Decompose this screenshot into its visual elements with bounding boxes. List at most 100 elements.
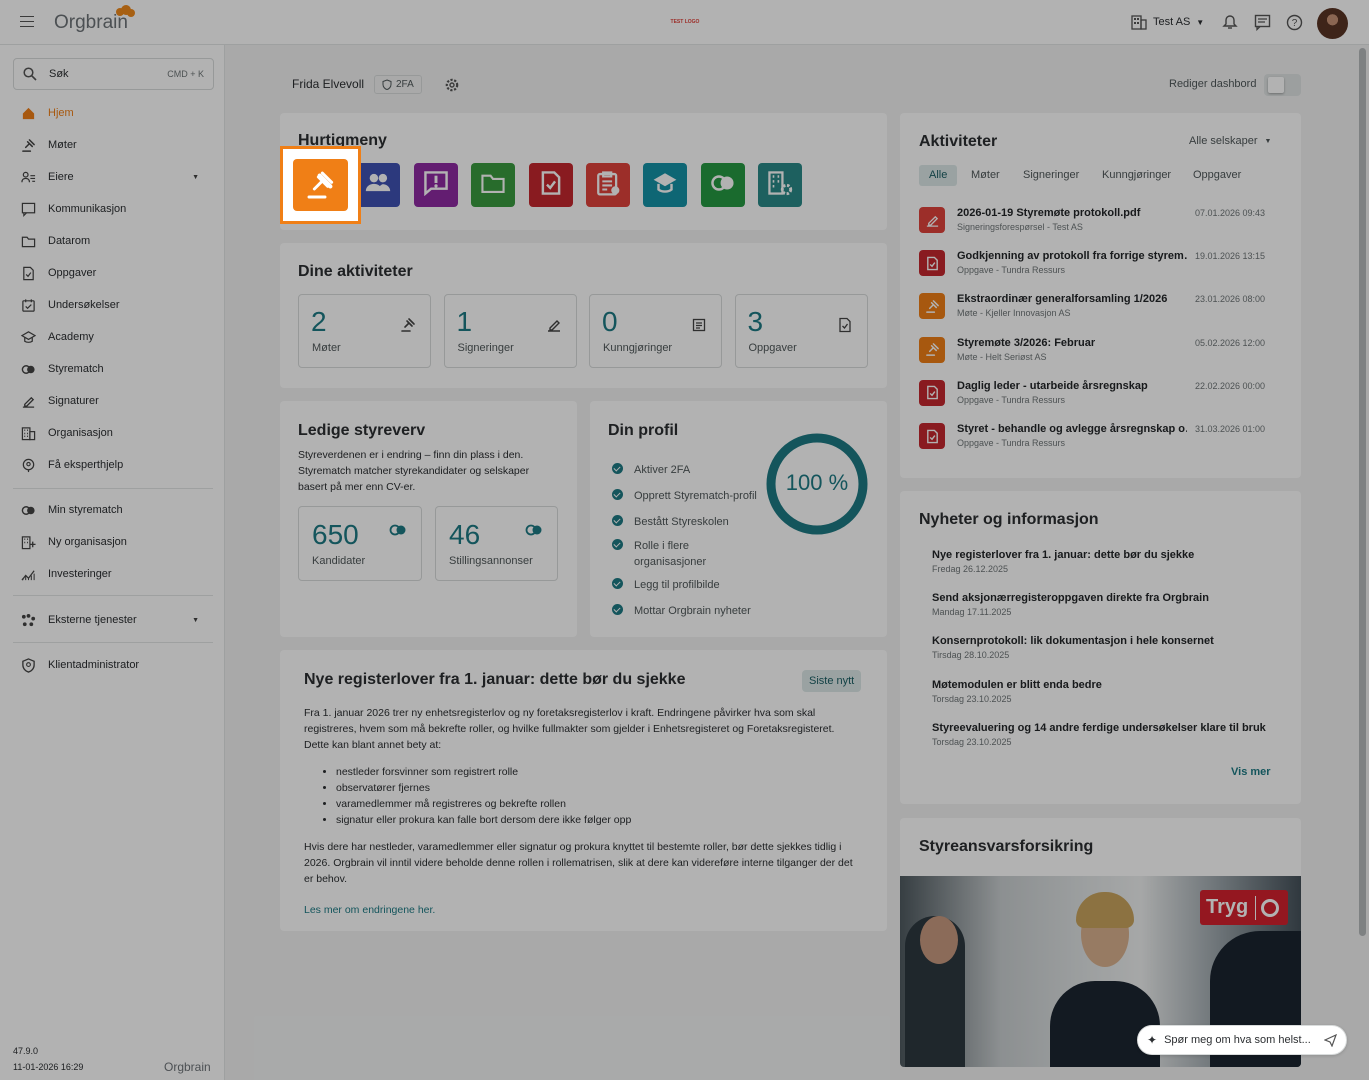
- article-bullets: nestleder forsvinner som registrert roll…: [336, 764, 856, 828]
- people-icon: [365, 170, 391, 201]
- tab-møter[interactable]: Møter: [961, 165, 1010, 186]
- profile-check-item: Aktiver 2FA: [612, 462, 767, 478]
- building-icon: [18, 424, 38, 442]
- stat-doc[interactable]: 0 Kunngjøringer: [589, 294, 722, 368]
- page-scrollbar[interactable]: [1359, 48, 1366, 936]
- article-bullet: nestleder forsvinner som registrert roll…: [336, 764, 856, 780]
- sidebar-item-chat[interactable]: Kommunikasjon: [18, 196, 213, 222]
- article-title: Nye registerlover fra 1. januar: dette b…: [304, 671, 686, 688]
- sidebar-item-new-org[interactable]: Ny organisasjon: [18, 529, 213, 555]
- sidebar-item-folder[interactable]: Datarom: [18, 228, 213, 254]
- sidebar-item-academy[interactable]: Academy: [18, 324, 213, 350]
- news-item[interactable]: Nye registerlover fra 1. januar: dette b…: [932, 549, 1282, 574]
- folder-icon: [480, 170, 506, 201]
- quickmenu-item-meetings[interactable]: [293, 159, 348, 211]
- sidebar-item-task[interactable]: Oppgaver: [18, 260, 213, 286]
- sidebar-item-external-services[interactable]: Eksterne tjenester ▼: [18, 607, 213, 633]
- activity-item[interactable]: Ekstraordinær generalforsamling 1/2026 Mø…: [919, 291, 1279, 327]
- sidebar-item-survey[interactable]: Undersøkelser: [18, 292, 213, 318]
- latest-news-tag: Siste nytt: [802, 670, 862, 692]
- activity-item[interactable]: Styremøte 3/2026: Februar Møte - Helt Ser…: [919, 335, 1279, 371]
- company-filter-dropdown[interactable]: Alle selskaper ▼: [1189, 135, 1271, 147]
- activity-item[interactable]: Godkjenning av protokoll fra forrige sty…: [919, 248, 1279, 284]
- sidebar-item-gavel[interactable]: Møter: [18, 132, 213, 158]
- chevron-down-icon: ▼: [1264, 137, 1272, 145]
- send-icon[interactable]: [1324, 1033, 1337, 1047]
- ads-stat[interactable]: 46 Stillingsannonser: [435, 506, 558, 581]
- chat-icon: [18, 200, 38, 218]
- task-doc-icon: [538, 170, 564, 201]
- tab-kunngjøringer[interactable]: Kunngjøringer: [1092, 165, 1181, 186]
- sidebar-item-home[interactable]: Hjem: [18, 100, 213, 126]
- ai-assistant-input[interactable]: ✦ Spør meg om hva som helst...: [1137, 1025, 1347, 1055]
- owners-icon: [18, 168, 38, 186]
- rings-icon: [18, 360, 38, 378]
- signature-icon: [18, 392, 38, 410]
- quickmenu-item-rings[interactable]: [700, 163, 745, 207]
- news-item[interactable]: Send aksjonærregisteroppgaven direkte fr…: [932, 592, 1282, 617]
- my-activities-title: Dine aktiviteter: [298, 263, 413, 280]
- shield-icon: [382, 79, 392, 90]
- news-item[interactable]: Konsernprotokoll: lik dokumentasjon i he…: [932, 635, 1282, 660]
- chevron-down-icon: ▼: [192, 616, 199, 624]
- sidebar-item-chart[interactable]: Investeringer: [18, 561, 213, 587]
- quickmenu-highlight[interactable]: [280, 146, 361, 224]
- sidebar-item-rings[interactable]: Styrematch: [18, 356, 213, 382]
- chart-icon: [18, 565, 38, 583]
- task-icon: [18, 264, 38, 282]
- news-item[interactable]: Møtemodulen er blitt enda bedre Torsdag 2…: [932, 679, 1282, 704]
- version-label: 47.9.0: [13, 1046, 39, 1056]
- sidebar-item-rings[interactable]: Min styrematch: [18, 497, 213, 523]
- sidebar-item-expert[interactable]: Få eksperthjelp: [18, 452, 213, 478]
- bell-icon[interactable]: [1222, 14, 1238, 31]
- quickmenu-item-alert-chat[interactable]: [413, 163, 458, 207]
- search-box[interactable]: Søk CMD + K: [13, 58, 214, 90]
- task-icon: [837, 317, 853, 333]
- article-read-more-link[interactable]: Les mer om endringene her.: [304, 904, 435, 916]
- quickmenu-item-clipboard[interactable]: [586, 163, 630, 207]
- tab-signeringer[interactable]: Signeringer: [1013, 165, 1089, 186]
- quickmenu-item-school[interactable]: [643, 163, 688, 207]
- chevron-down-icon: ▼: [1196, 17, 1205, 27]
- menu-icon[interactable]: [20, 16, 34, 27]
- settings-gear-icon[interactable]: [444, 77, 460, 93]
- news-item[interactable]: Styreevaluering og 14 andre ferdige unde…: [932, 722, 1282, 747]
- gavel-icon: [919, 336, 945, 363]
- quickmenu-item-task-doc[interactable]: [528, 163, 573, 207]
- sidebar-item-client-admin[interactable]: Klientadministrator: [18, 652, 213, 678]
- tab-oppgaver[interactable]: Oppgaver: [1183, 165, 1251, 186]
- help-icon[interactable]: ?: [1286, 14, 1303, 31]
- stat-task[interactable]: 3 Oppgaver: [734, 294, 868, 368]
- expert-icon: [18, 456, 38, 474]
- article-paragraph-2: Hvis dere har nestleder, varamedlemmer e…: [304, 841, 853, 885]
- sidebar-item-owners[interactable]: Eiere ▼: [18, 164, 213, 190]
- messages-icon[interactable]: [1254, 14, 1271, 31]
- stat-gavel[interactable]: 2 Møter: [298, 294, 431, 368]
- tab-alle[interactable]: Alle: [919, 165, 958, 186]
- quickmenu-item-people[interactable]: [356, 163, 401, 207]
- svg-text:?: ?: [1292, 18, 1298, 29]
- sidebar-item-building[interactable]: Organisasjon: [18, 420, 213, 446]
- external-services-icon: [18, 611, 38, 629]
- app-logo[interactable]: Orgbrain: [54, 5, 135, 34]
- show-more-link[interactable]: Vis mer: [1231, 766, 1271, 778]
- candidates-stat[interactable]: 650 Kandidater: [298, 506, 422, 581]
- stat-signature[interactable]: 1 Signeringer: [443, 294, 577, 368]
- activity-item[interactable]: 2026-01-19 Styremøte protokoll.pdf Signer…: [919, 205, 1279, 241]
- edit-dashboard-toggle[interactable]: [1264, 74, 1301, 96]
- news-title: Nyheter og informasjon: [919, 511, 1099, 528]
- check-icon: [612, 515, 623, 526]
- divider: [13, 488, 213, 489]
- company-selector[interactable]: Test AS ▼: [1131, 14, 1204, 30]
- build-date: 11-01-2026 16:29: [13, 1062, 84, 1072]
- task-doc-icon: [919, 250, 945, 277]
- article-bullet: signatur eller prokura kan falle bort de…: [336, 812, 856, 828]
- quickmenu-item-building-gear[interactable]: [758, 163, 803, 207]
- activity-item[interactable]: Daglig leder - utarbeide årsregnskap Oppg…: [919, 378, 1279, 414]
- avatar[interactable]: [1317, 8, 1348, 39]
- quickmenu-item-folder[interactable]: [471, 163, 516, 207]
- toggle-knob: [1268, 77, 1284, 93]
- activity-item[interactable]: Styret - behandle og avlegge årsregnskap…: [919, 421, 1279, 457]
- sidebar-item-signature[interactable]: Signaturer: [18, 388, 213, 414]
- top-bar: Orgbrain TEST LOGO Test AS ▼ ?: [0, 0, 1369, 45]
